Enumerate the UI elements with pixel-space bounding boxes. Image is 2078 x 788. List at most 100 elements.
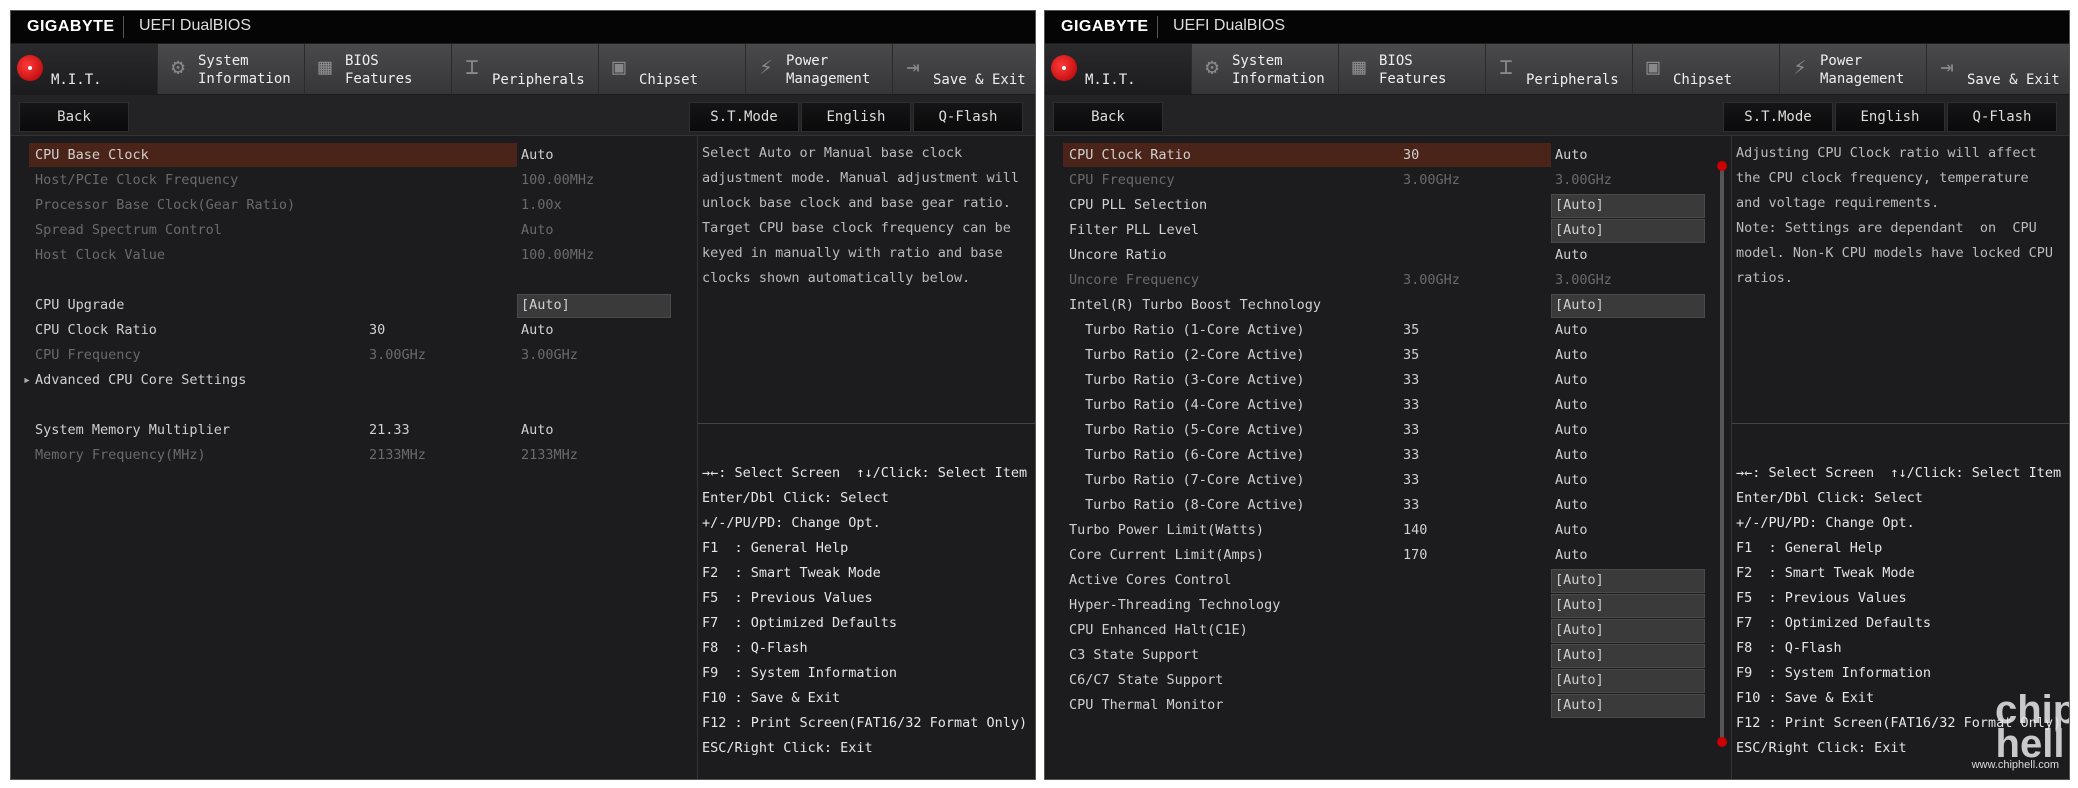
setting-row[interactable]: Uncore Frequency 3.00GHz 3.00GHz (1051, 268, 1723, 292)
setting-value[interactable]: [Auto] (1555, 643, 1604, 667)
setting-row[interactable]: Core Current Limit(Amps) 170 Auto (1051, 543, 1723, 567)
setting-name: Turbo Ratio (6-Core Active) (1085, 447, 1305, 463)
setting-row[interactable]: Turbo Ratio (1-Core Active) 35 Auto (1051, 318, 1723, 342)
setting-row[interactable]: Host/PCIe Clock Frequency 100.00MHz (17, 168, 689, 192)
setting-value[interactable]: Auto (521, 418, 554, 442)
tab-system-information[interactable]: ⚙ System Information (1192, 44, 1339, 94)
setting-value[interactable]: [Auto] (1555, 593, 1604, 617)
setting-row[interactable]: Intel(R) Turbo Boost Technology [Auto] (1051, 293, 1723, 318)
tab-bios-features[interactable]: ▦ BIOS Features (1339, 44, 1486, 94)
setting-row[interactable]: Processor Base Clock(Gear Ratio) 1.00x (17, 193, 689, 217)
power-icon: ⚡ (759, 55, 773, 80)
setting-row[interactable]: Turbo Ratio (3-Core Active) 33 Auto (1051, 368, 1723, 392)
scroll-up-indicator[interactable] (1717, 161, 1727, 171)
setting-value[interactable]: Auto (1555, 343, 1588, 367)
setting-value[interactable]: Auto (1555, 318, 1588, 342)
setting-row[interactable]: CPU PLL Selection [Auto] (1051, 193, 1723, 218)
setting-row[interactable]: Memory Frequency(MHz) 2133MHz 2133MHz (17, 443, 689, 467)
scroll-down-indicator[interactable] (1717, 737, 1727, 747)
setting-value[interactable]: Auto (1555, 418, 1588, 442)
setting-value[interactable]: Auto (1555, 368, 1588, 392)
setting-row[interactable]: Turbo Ratio (6-Core Active) 33 Auto (1051, 443, 1723, 467)
setting-value[interactable]: Auto (1555, 468, 1588, 492)
setting-row[interactable]: CPU Clock Ratio 30 Auto (17, 318, 689, 342)
tab-mit[interactable]: M.I.T. (11, 44, 158, 94)
setting-row[interactable]: CPU Clock Ratio 30 Auto (1051, 143, 1723, 167)
setting-row[interactable]: Filter PLL Level [Auto] (1051, 218, 1723, 243)
setting-row[interactable]: Turbo Power Limit(Watts) 140 Auto (1051, 518, 1723, 542)
setting-row[interactable]: CPU Frequency 3.00GHz 3.00GHz (17, 343, 689, 367)
setting-row[interactable]: C3 State Support [Auto] (1051, 643, 1723, 668)
setting-row[interactable]: Spread Spectrum Control Auto (17, 218, 689, 242)
setting-row[interactable]: CPU Enhanced Halt(C1E) [Auto] (1051, 618, 1723, 643)
setting-value[interactable]: [Auto] (1555, 693, 1604, 717)
setting-row[interactable]: System Memory Multiplier 21.33 Auto (17, 418, 689, 442)
setting-value[interactable]: [Auto] (521, 293, 570, 317)
setting-value[interactable]: Auto (1555, 543, 1588, 567)
setting-value[interactable]: Auto (1555, 493, 1588, 517)
q-flash-button[interactable]: Q-Flash (913, 102, 1023, 132)
tab-system-information[interactable]: ⚙ System Information (158, 44, 305, 94)
scrollbar[interactable] (1720, 163, 1724, 741)
setting-value[interactable]: Auto (1555, 443, 1588, 467)
setting-row[interactable]: ▸ Advanced CPU Core Settings (17, 368, 689, 392)
setting-value[interactable]: 100.00MHz (521, 168, 594, 192)
setting-row[interactable]: Turbo Ratio (2-Core Active) 35 Auto (1051, 343, 1723, 367)
setting-row[interactable]: Turbo Ratio (7-Core Active) 33 Auto (1051, 468, 1723, 492)
setting-value[interactable]: Auto (521, 218, 554, 242)
setting-row[interactable]: Host Clock Value 100.00MHz (17, 243, 689, 267)
setting-value[interactable]: [Auto] (1555, 618, 1604, 642)
setting-value[interactable]: [Auto] (1555, 293, 1604, 317)
tab-peripherals[interactable]: ⌶ Peripherals (1486, 44, 1633, 94)
setting-value[interactable]: 3.00GHz (1555, 268, 1612, 292)
setting-row[interactable]: Active Cores Control [Auto] (1051, 568, 1723, 593)
setting-row[interactable]: CPU Base Clock Auto (17, 143, 689, 167)
setting-value[interactable]: [Auto] (1555, 218, 1604, 242)
setting-row[interactable]: C6/C7 State Support [Auto] (1051, 668, 1723, 693)
info-panel: Select Auto or Manual base clock adjustm… (697, 135, 1035, 779)
st-mode-button[interactable]: S.T.Mode (1723, 102, 1833, 132)
help-text: Adjusting CPU Clock ratio will affect th… (1736, 145, 2053, 286)
setting-value[interactable]: [Auto] (1555, 193, 1604, 217)
setting-row[interactable]: CPU Thermal Monitor [Auto] (1051, 693, 1723, 718)
setting-row[interactable]: Turbo Ratio (4-Core Active) 33 Auto (1051, 393, 1723, 417)
setting-row[interactable]: CPU Upgrade [Auto] (17, 293, 689, 318)
setting-value[interactable]: 3.00GHz (1555, 168, 1612, 192)
tab-peripherals[interactable]: ⌶ Peripherals (452, 44, 599, 94)
setting-value[interactable]: Auto (521, 318, 554, 342)
setting-name: Turbo Ratio (1-Core Active) (1085, 322, 1305, 338)
setting-row[interactable]: CPU Frequency 3.00GHz 3.00GHz (1051, 168, 1723, 192)
setting-value[interactable]: Auto (1555, 393, 1588, 417)
setting-name: Active Cores Control (1069, 572, 1232, 588)
tab-power-management[interactable]: ⚡ Power Management (746, 44, 893, 94)
setting-value[interactable]: Auto (521, 143, 554, 167)
language-button[interactable]: English (1835, 102, 1945, 132)
tab-label: System Information (198, 53, 291, 87)
setting-value[interactable]: 2133MHz (521, 443, 578, 467)
tab-label: BIOS Features (1379, 53, 1447, 87)
tab-mit[interactable]: M.I.T. (1045, 44, 1192, 94)
tab-save-exit[interactable]: ⇥ Save & Exit (893, 44, 1035, 94)
setting-row[interactable]: Uncore Ratio Auto (1051, 243, 1723, 267)
setting-value[interactable]: [Auto] (1555, 568, 1604, 592)
setting-value[interactable]: 1.00x (521, 193, 562, 217)
back-button[interactable]: Back (1053, 102, 1163, 132)
setting-row[interactable]: Turbo Ratio (5-Core Active) 33 Auto (1051, 418, 1723, 442)
q-flash-button[interactable]: Q-Flash (1947, 102, 2057, 132)
tab-power-management[interactable]: ⚡ Power Management (1780, 44, 1927, 94)
tab-save-exit[interactable]: ⇥ Save & Exit (1927, 44, 2069, 94)
setting-value[interactable]: Auto (1555, 243, 1588, 267)
setting-value[interactable]: Auto (1555, 518, 1588, 542)
language-button[interactable]: English (801, 102, 911, 132)
st-mode-button[interactable]: S.T.Mode (689, 102, 799, 132)
tab-chipset[interactable]: ▣ Chipset (599, 44, 746, 94)
setting-row[interactable]: Turbo Ratio (8-Core Active) 33 Auto (1051, 493, 1723, 517)
setting-row[interactable]: Hyper-Threading Technology [Auto] (1051, 593, 1723, 618)
tab-chipset[interactable]: ▣ Chipset (1633, 44, 1780, 94)
tab-bios-features[interactable]: ▦ BIOS Features (305, 44, 452, 94)
setting-value[interactable]: 3.00GHz (521, 343, 578, 367)
setting-value[interactable]: 100.00MHz (521, 243, 594, 267)
setting-value[interactable]: Auto (1555, 143, 1588, 167)
back-button[interactable]: Back (19, 102, 129, 132)
setting-value[interactable]: [Auto] (1555, 668, 1604, 692)
